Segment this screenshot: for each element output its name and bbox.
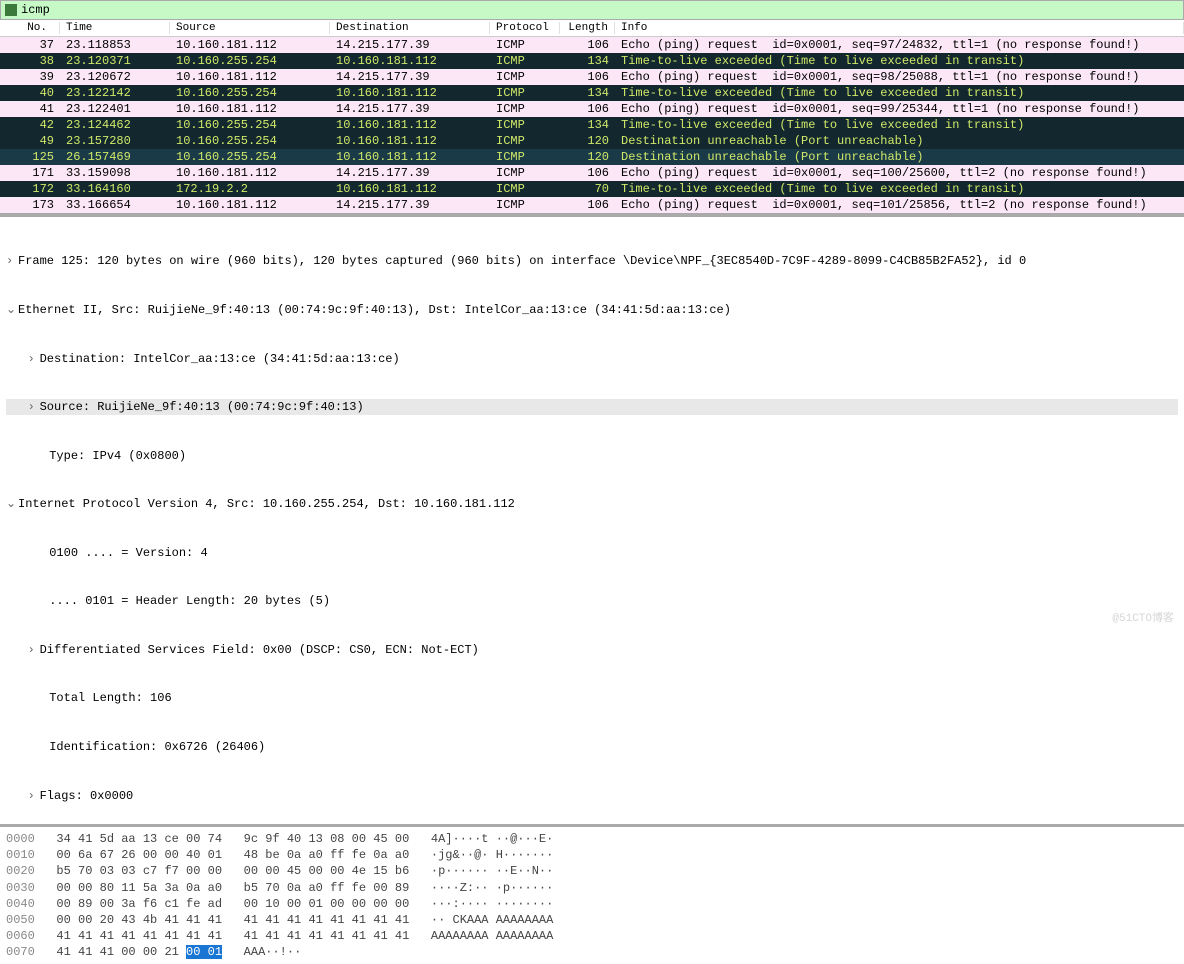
packet-row[interactable]: 3723.11885310.160.181.11214.215.177.39IC… — [0, 37, 1184, 53]
packet-row[interactable]: 4123.12240110.160.181.11214.215.177.39IC… — [0, 101, 1184, 117]
packet-row[interactable]: 17333.16665410.160.181.11214.215.177.39I… — [0, 197, 1184, 213]
col-time[interactable]: Time — [60, 22, 170, 34]
hex-line[interactable]: 0040 00 89 00 3a f6 c1 fe ad 00 10 00 01… — [6, 896, 1178, 912]
tree-frame[interactable]: ›Frame 125: 120 bytes on wire (960 bits)… — [6, 253, 1178, 269]
packet-row[interactable]: 17233.164160172.19.2.210.160.181.112ICMP… — [0, 181, 1184, 197]
packet-row[interactable]: 3923.12067210.160.181.11214.215.177.39IC… — [0, 69, 1184, 85]
col-source[interactable]: Source — [170, 22, 330, 34]
hex-line[interactable]: 0050 00 00 20 43 4b 41 41 41 41 41 41 41… — [6, 912, 1178, 928]
hex-line[interactable]: 0070 41 41 41 00 00 21 00 01 AAA··!·· — [6, 944, 1178, 960]
tree-ip-tlen[interactable]: Total Length: 106 — [6, 690, 1178, 706]
hex-line[interactable]: 0060 41 41 41 41 41 41 41 41 41 41 41 41… — [6, 928, 1178, 944]
display-filter-input[interactable] — [21, 3, 1179, 17]
tree-eth-dst[interactable]: ›Destination: IntelCor_aa:13:ce (34:41:5… — [6, 351, 1178, 367]
hex-line[interactable]: 0030 00 00 80 11 5a 3a 0a a0 b5 70 0a a0… — [6, 880, 1178, 896]
tree-ip-flags[interactable]: ›Flags: 0x0000 — [6, 788, 1178, 804]
packet-row[interactable]: 12526.15746910.160.255.25410.160.181.112… — [0, 149, 1184, 165]
packet-row[interactable]: 3823.12037110.160.255.25410.160.181.112I… — [0, 53, 1184, 69]
tree-ethernet[interactable]: ⌄Ethernet II, Src: RuijieNe_9f:40:13 (00… — [6, 302, 1178, 318]
col-destination[interactable]: Destination — [330, 22, 490, 34]
hex-line[interactable]: 0000 34 41 5d aa 13 ce 00 74 9c 9f 40 13… — [6, 831, 1178, 847]
packet-bytes-pane[interactable]: 0000 34 41 5d aa 13 ce 00 74 9c 9f 40 13… — [0, 826, 1184, 964]
tree-ip-id[interactable]: Identification: 0x6726 (26406) — [6, 739, 1178, 755]
hex-line[interactable]: 0010 00 6a 67 26 00 00 40 01 48 be 0a a0… — [6, 847, 1178, 863]
tree-ip-version[interactable]: 0100 .... = Version: 4 — [6, 545, 1178, 561]
packet-list-pane[interactable]: No. Time Source Destination Protocol Len… — [0, 20, 1184, 214]
watermark: @51CTO博客 — [1112, 609, 1174, 625]
col-protocol[interactable]: Protocol — [490, 22, 560, 34]
packet-row[interactable]: 4223.12446210.160.255.25410.160.181.112I… — [0, 117, 1184, 133]
packet-details-pane[interactable]: ›Frame 125: 120 bytes on wire (960 bits)… — [0, 216, 1184, 824]
hex-line[interactable]: 0020 b5 70 03 03 c7 f7 00 00 00 00 45 00… — [6, 863, 1178, 879]
packet-row[interactable]: 17133.15909810.160.181.11214.215.177.39I… — [0, 165, 1184, 181]
tree-eth-type[interactable]: Type: IPv4 (0x0800) — [6, 448, 1178, 464]
tree-ip-dsf[interactable]: ›Differentiated Services Field: 0x00 (DS… — [6, 642, 1178, 658]
packet-row[interactable]: 4923.15728010.160.255.25410.160.181.112I… — [0, 133, 1184, 149]
packet-row[interactable]: 4023.12214210.160.255.25410.160.181.112I… — [0, 85, 1184, 101]
col-no[interactable]: No. — [0, 22, 60, 34]
tree-eth-src[interactable]: ›Source: RuijieNe_9f:40:13 (00:74:9c:9f:… — [6, 399, 1178, 415]
display-filter-bar[interactable] — [0, 0, 1184, 20]
tree-ip-hlen[interactable]: .... 0101 = Header Length: 20 bytes (5) — [6, 593, 1178, 609]
tree-ip[interactable]: ⌄Internet Protocol Version 4, Src: 10.16… — [6, 496, 1178, 512]
packet-list-header: No. Time Source Destination Protocol Len… — [0, 20, 1184, 37]
bookmark-icon — [5, 4, 17, 16]
col-info[interactable]: Info — [615, 22, 1184, 34]
col-length[interactable]: Length — [560, 22, 615, 34]
